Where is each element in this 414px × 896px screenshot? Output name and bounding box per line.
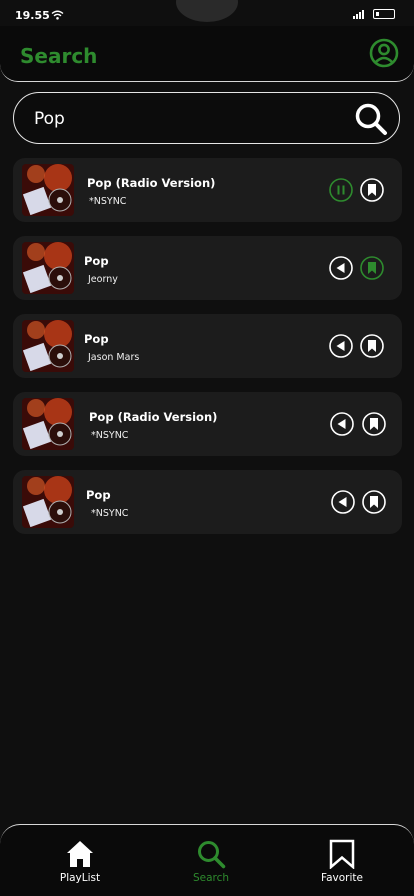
bottom-nav: PlayList Search Favorite	[0, 824, 414, 896]
song-title: Pop	[86, 488, 111, 502]
bookmark-icon[interactable]	[360, 256, 384, 280]
song-artist: *NSYNC	[89, 196, 127, 207]
album-art	[22, 398, 74, 450]
nav-label: PlayList	[59, 872, 101, 884]
bookmark-icon	[329, 839, 355, 869]
camera-notch	[176, 0, 238, 22]
search-icon	[198, 841, 226, 869]
profile-icon[interactable]	[369, 38, 399, 68]
album-art	[22, 476, 74, 528]
list-item[interactable]: Pop *NSYNC	[13, 470, 402, 534]
bookmark-icon[interactable]	[362, 490, 386, 514]
home-icon	[67, 841, 93, 867]
bookmark-icon[interactable]	[362, 412, 386, 436]
app-header: Search	[0, 26, 414, 82]
list-item[interactable]: Pop Jason Mars	[13, 314, 402, 378]
nav-item-playlist[interactable]: PlayList	[30, 825, 130, 896]
play-icon[interactable]	[329, 334, 353, 358]
song-artist: Jason Mars	[88, 352, 140, 363]
play-icon[interactable]	[329, 256, 353, 280]
search-icon[interactable]	[354, 102, 388, 136]
search-bar[interactable]	[13, 92, 400, 144]
album-art	[22, 242, 74, 294]
song-artist: *NSYNC	[91, 430, 129, 441]
nav-item-favorite[interactable]: Favorite	[292, 825, 392, 896]
pause-icon[interactable]	[329, 178, 353, 202]
signal-icon	[353, 10, 364, 19]
song-title: Pop	[84, 254, 109, 268]
play-icon[interactable]	[331, 490, 355, 514]
song-artist: *NSYNC	[91, 508, 129, 519]
play-icon[interactable]	[330, 412, 354, 436]
list-item[interactable]: Pop Jeorny	[13, 236, 402, 300]
song-title: Pop	[84, 332, 109, 346]
album-art	[22, 320, 74, 372]
list-item[interactable]: Pop (Radio Version) *NSYNC	[13, 158, 402, 222]
album-art	[22, 164, 74, 216]
search-input[interactable]	[32, 103, 336, 135]
nav-item-search[interactable]: Search	[161, 825, 261, 896]
bookmark-icon[interactable]	[360, 178, 384, 202]
wifi-icon	[51, 10, 64, 20]
song-title: Pop (Radio Version)	[89, 410, 218, 424]
list-item[interactable]: Pop (Radio Version) *NSYNC	[13, 392, 402, 456]
page-title: Search	[20, 44, 98, 68]
search-screen: 19.55 Search Pop Pop (Radio Version) *NS…	[0, 0, 414, 896]
status-time: 19.55	[15, 9, 50, 22]
battery-icon	[373, 9, 395, 19]
song-artist: Jeorny	[88, 274, 118, 285]
bookmark-icon[interactable]	[360, 334, 384, 358]
nav-label: Favorite	[321, 872, 363, 884]
song-title: Pop (Radio Version)	[87, 176, 216, 190]
nav-label: Search	[192, 872, 230, 884]
